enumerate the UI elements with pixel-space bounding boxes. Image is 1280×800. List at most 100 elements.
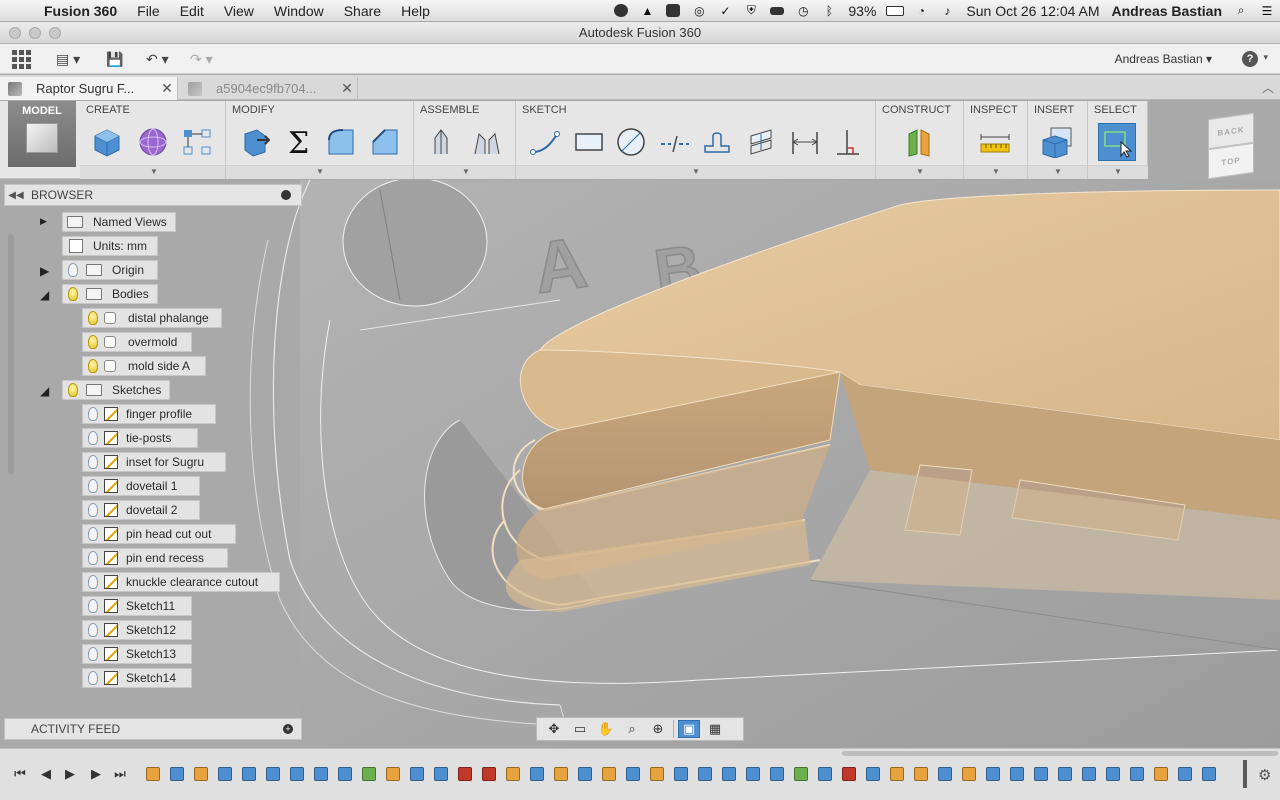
- visibility-bulb-icon[interactable]: [88, 623, 98, 637]
- timeline-feature-icon[interactable]: [360, 764, 378, 784]
- spotlight-search-icon[interactable]: ⌕: [1231, 3, 1251, 19]
- look-at-icon[interactable]: ▭: [569, 720, 591, 738]
- menu-window[interactable]: Window: [264, 3, 334, 19]
- visibility-bulb-icon[interactable]: [88, 431, 98, 445]
- browser-node-body-distal-phalange[interactable]: distal phalange: [82, 308, 222, 328]
- menu-share[interactable]: Share: [334, 3, 391, 19]
- pan-hand-icon[interactable]: ✋: [595, 720, 617, 738]
- menu-extra-icon[interactable]: [767, 3, 787, 19]
- sigma-parameters-icon[interactable]: Σ: [282, 125, 316, 159]
- visibility-bulb-icon[interactable]: [88, 575, 98, 589]
- timeline-scrollbar[interactable]: [842, 751, 1278, 756]
- browser-node-sketch-dovetail-2[interactable]: dovetail 2: [82, 500, 200, 520]
- modify-dropdown-caret-icon[interactable]: ▼: [316, 167, 324, 176]
- user-account-menu[interactable]: Andreas Bastian ▾: [1115, 52, 1212, 66]
- battery-icon[interactable]: [885, 3, 905, 19]
- sketch-dropdown-caret-icon[interactable]: ▼: [692, 167, 700, 176]
- timeline-feature-icon[interactable]: [960, 764, 978, 784]
- timeline-feature-icon[interactable]: [1200, 764, 1218, 784]
- timeline-feature-icon[interactable]: [744, 764, 762, 784]
- timeline-step-back-icon[interactable]: ◀: [38, 765, 54, 783]
- as-built-joint-icon[interactable]: [470, 125, 504, 159]
- browser-node-sketch-12[interactable]: Sketch12: [82, 620, 192, 640]
- timeline-play-icon[interactable]: ▶: [62, 765, 78, 783]
- browser-node-body-mold-side-a[interactable]: mold side A: [82, 356, 206, 376]
- timeline-step-forward-icon[interactable]: ▶: [88, 765, 104, 783]
- box-icon[interactable]: [90, 125, 124, 159]
- browser-node-body-overmold[interactable]: overmold: [82, 332, 192, 352]
- timeline-feature-icon[interactable]: [408, 764, 426, 784]
- browser-node-sketch-dovetail-1[interactable]: dovetail 1: [82, 476, 200, 496]
- collapse-sketches-icon[interactable]: ◢: [40, 384, 49, 398]
- timeline-feature-icon[interactable]: [1104, 764, 1122, 784]
- data-panel-grid-icon[interactable]: [12, 49, 31, 69]
- timeline-feature-icon[interactable]: [144, 764, 162, 784]
- timeline-feature-icon[interactable]: [792, 764, 810, 784]
- window-zoom-button[interactable]: [49, 27, 61, 39]
- help-caret-icon[interactable]: ▾: [1263, 52, 1268, 63]
- inspect-dropdown-caret-icon[interactable]: ▼: [992, 167, 1000, 176]
- redo-icon[interactable]: ↷ ▾: [190, 50, 213, 68]
- press-pull-icon[interactable]: [238, 125, 272, 159]
- visibility-bulb-icon[interactable]: [68, 263, 78, 277]
- chat-status-icon[interactable]: [611, 3, 631, 19]
- browser-minimize-icon[interactable]: [281, 190, 291, 200]
- shield-icon[interactable]: ⛨: [741, 3, 761, 19]
- undo-icon[interactable]: ↶ ▾: [146, 50, 169, 68]
- trim-icon[interactable]: [658, 125, 692, 159]
- browser-node-sketch-11[interactable]: Sketch11: [82, 596, 192, 616]
- offset-plane-icon[interactable]: [902, 125, 936, 159]
- timeline-feature-icon[interactable]: [672, 764, 690, 784]
- joint-icon[interactable]: [424, 125, 458, 159]
- timeline-feature-icon[interactable]: [576, 764, 594, 784]
- timeline-feature-icon[interactable]: [168, 764, 186, 784]
- expand-origin-icon[interactable]: ▶: [40, 264, 49, 278]
- timeline-feature-icon[interactable]: [1032, 764, 1050, 784]
- window-close-button[interactable]: [9, 27, 21, 39]
- timeline-feature-icon[interactable]: [816, 764, 834, 784]
- timeline-feature-icon[interactable]: [504, 764, 522, 784]
- timeline-feature-icon[interactable]: [192, 764, 210, 784]
- browser-node-sketch-inset-for-sugru[interactable]: inset for Sugru: [82, 452, 226, 472]
- viewcube-top-face[interactable]: TOP: [1208, 142, 1254, 180]
- timeline-feature-icon[interactable]: [600, 764, 618, 784]
- constraint-perpendicular-icon[interactable]: [830, 125, 864, 159]
- timeline-go-end-icon[interactable]: ⏭: [112, 765, 128, 783]
- browser-node-sketch-13[interactable]: Sketch13: [82, 644, 192, 664]
- construct-dropdown-caret-icon[interactable]: ▼: [916, 167, 924, 176]
- visibility-bulb-icon[interactable]: [88, 671, 98, 685]
- browser-node-sketches[interactable]: Sketches: [62, 380, 170, 400]
- timeline-feature-icon[interactable]: [888, 764, 906, 784]
- timeline-feature-icon[interactable]: [984, 764, 1002, 784]
- timeline-settings-gear-icon[interactable]: ⚙: [1258, 766, 1274, 784]
- timeline-feature-icon[interactable]: [624, 764, 642, 784]
- tab-close-icon[interactable]: ✕: [337, 80, 357, 97]
- workspace-switcher-model[interactable]: MODEL: [8, 101, 76, 167]
- view-cube[interactable]: BACK TOP: [1206, 112, 1256, 180]
- timeline-feature-icon[interactable]: [1008, 764, 1026, 784]
- browser-node-origin[interactable]: Origin: [62, 260, 158, 280]
- menu-help[interactable]: Help: [391, 3, 440, 19]
- pattern-icon[interactable]: [180, 125, 214, 159]
- timeline-feature-icon[interactable]: [1128, 764, 1146, 784]
- insert-image-icon[interactable]: [1040, 125, 1074, 159]
- browser-node-sketch-tie-posts[interactable]: tie-posts: [82, 428, 198, 448]
- visibility-bulb-icon[interactable]: [88, 311, 98, 325]
- assemble-dropdown-caret-icon[interactable]: ▼: [462, 167, 470, 176]
- browser-node-sketch-14[interactable]: Sketch14: [82, 668, 192, 688]
- tab-a5904ec9[interactable]: a5904ec9fb704... ✕: [180, 77, 358, 100]
- zoom-icon[interactable]: ⌕: [621, 720, 643, 738]
- offset-icon[interactable]: [700, 125, 734, 159]
- wifi-icon[interactable]: ◔: [911, 3, 931, 19]
- measure-icon[interactable]: [978, 125, 1012, 159]
- grid-settings-icon[interactable]: ▦: [704, 720, 726, 738]
- timeline-feature-icon[interactable]: [480, 764, 498, 784]
- browser-node-units[interactable]: Units: mm: [62, 236, 158, 256]
- sync-status-icon[interactable]: ◎: [689, 3, 709, 19]
- visibility-bulb-icon[interactable]: [88, 527, 98, 541]
- menu-file[interactable]: File: [127, 3, 170, 19]
- display-settings-icon[interactable]: ▣: [678, 720, 700, 738]
- menu-edit[interactable]: Edit: [170, 3, 214, 19]
- visibility-bulb-icon[interactable]: [88, 335, 98, 349]
- visibility-bulb-icon[interactable]: [68, 287, 78, 301]
